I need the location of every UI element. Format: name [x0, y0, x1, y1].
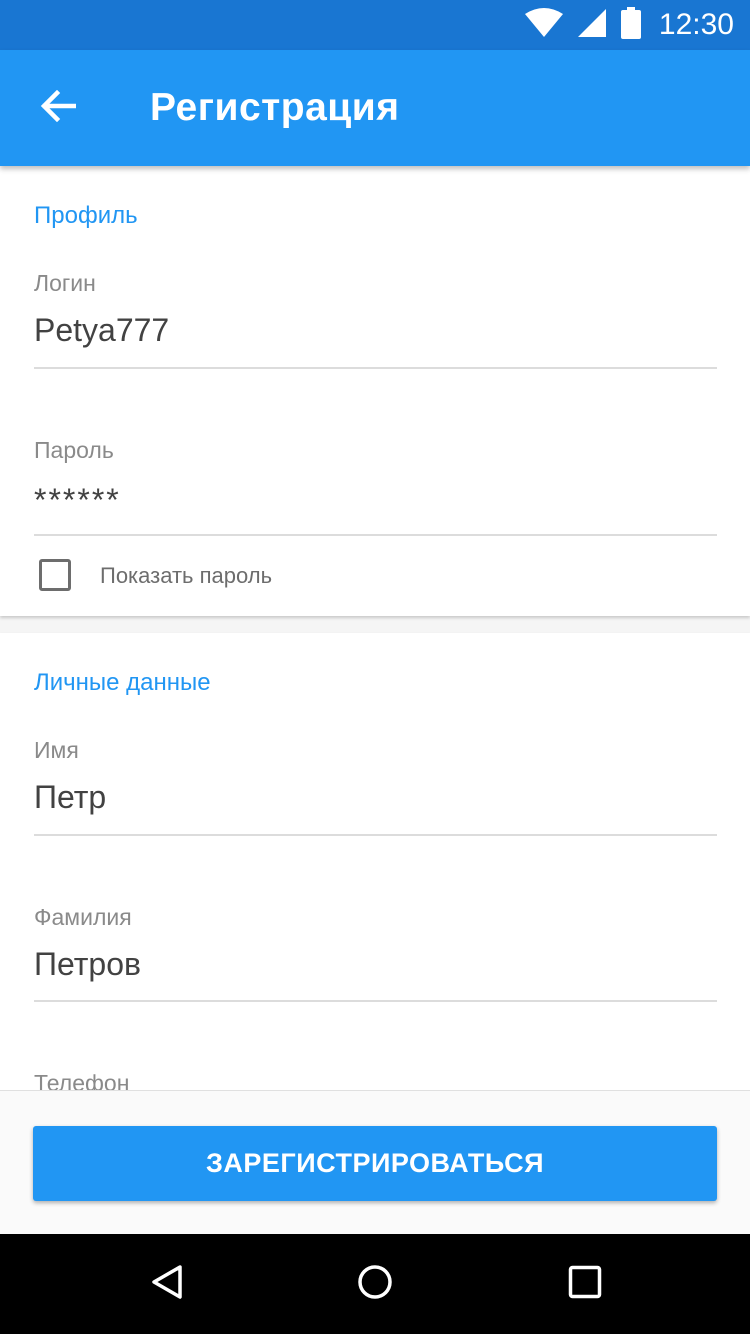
show-password-checkbox[interactable] — [39, 559, 71, 591]
nav-home-button[interactable] — [350, 1259, 400, 1309]
first-name-label: Имя — [34, 737, 79, 763]
personal-section-title: Личные данные — [34, 669, 211, 696]
status-bar: 12:30 — [0, 0, 750, 50]
login-underline — [34, 367, 717, 369]
personal-data-card: Личные данные Имя Фамилия Телефон — [0, 633, 750, 1153]
nav-back-button[interactable] — [142, 1259, 192, 1309]
bottom-action-panel: ЗАРЕГИСТРИРОВАТЬСЯ — [0, 1090, 750, 1235]
register-button[interactable]: ЗАРЕГИСТРИРОВАТЬСЯ — [33, 1126, 717, 1201]
arrow-back-icon — [40, 89, 77, 127]
first-name-underline — [34, 834, 717, 836]
system-nav-bar — [0, 1234, 750, 1334]
profile-card: Профиль Логин Пароль Показать пароль — [0, 166, 750, 616]
battery-icon — [620, 6, 641, 44]
back-triangle-icon — [150, 1264, 184, 1305]
back-button[interactable] — [28, 80, 88, 136]
last-name-field[interactable] — [34, 944, 717, 984]
recents-square-icon — [568, 1265, 602, 1304]
registration-screen: 12:30 Регистрация Профиль Логин Пароль П… — [0, 0, 750, 1334]
show-password-label[interactable]: Показать пароль — [100, 563, 272, 589]
login-field[interactable] — [34, 310, 717, 350]
cell-signal-icon — [577, 8, 607, 43]
nav-recents-button[interactable] — [560, 1259, 610, 1309]
page-title: Регистрация — [150, 86, 400, 129]
last-name-label: Фамилия — [34, 904, 132, 930]
password-field[interactable] — [34, 480, 717, 520]
status-time: 12:30 — [658, 8, 734, 41]
password-underline — [34, 534, 717, 536]
first-name-field[interactable] — [34, 777, 717, 817]
profile-section-title: Профиль — [34, 202, 138, 229]
last-name-underline — [34, 1000, 717, 1002]
home-circle-icon — [357, 1264, 393, 1305]
status-icons: 12:30 — [524, 0, 734, 50]
login-label: Логин — [34, 270, 96, 296]
app-bar: Регистрация — [0, 50, 750, 166]
password-label: Пароль — [34, 437, 114, 463]
wifi-icon — [524, 7, 563, 43]
